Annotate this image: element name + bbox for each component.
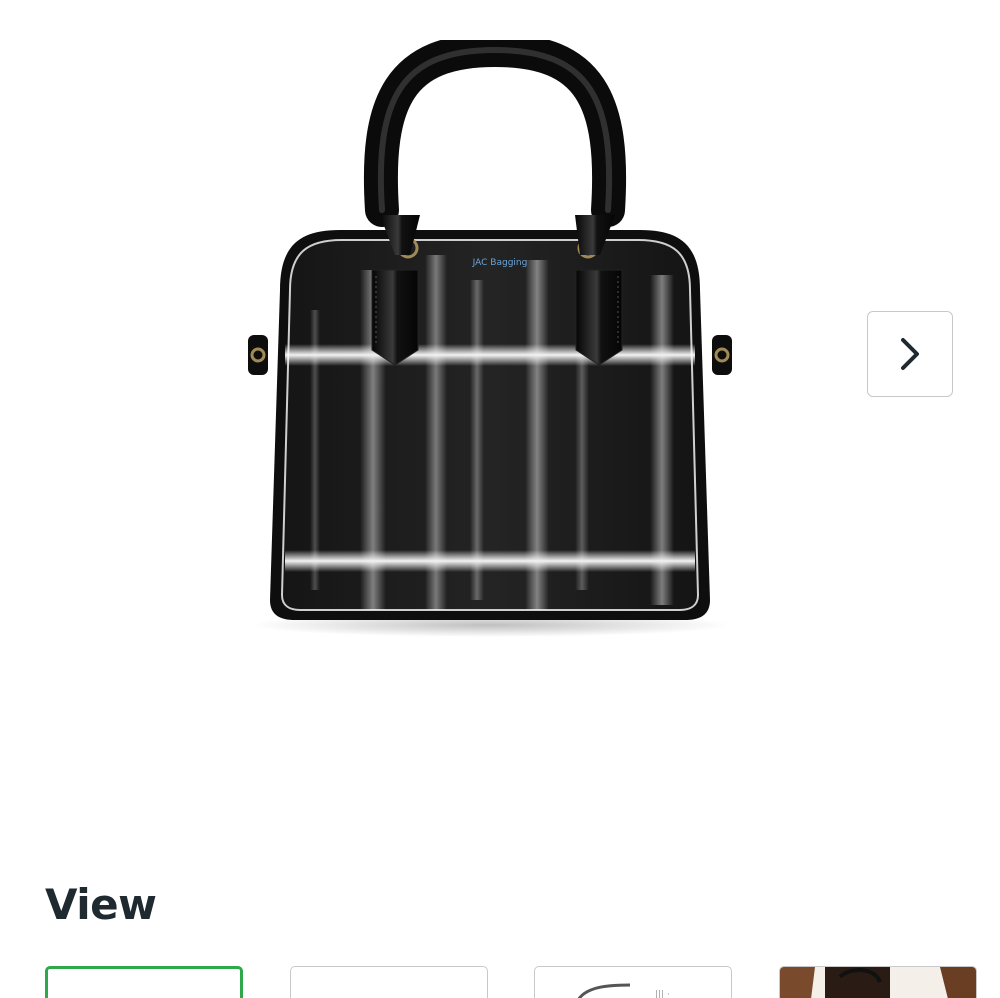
chevron-right-icon	[901, 338, 919, 370]
thumbnail-front[interactable]	[45, 966, 243, 998]
thumbnail-side[interactable]	[290, 966, 488, 998]
product-image-carousel: JAC Bagging	[0, 0, 1000, 850]
svg-text:||| ·: ||| ·	[655, 990, 670, 998]
next-image-button[interactable]	[867, 311, 953, 397]
brand-label: JAC Bagging	[472, 258, 528, 268]
view-section-title: View	[45, 880, 157, 929]
product-page: JAC Bagging View ||| ·	[0, 0, 1000, 998]
product-image: JAC Bagging	[248, 40, 732, 637]
view-thumbnails: ||| ·	[45, 966, 980, 998]
thumbnail-back[interactable]: ||| ·	[534, 966, 732, 998]
thumbnail-model[interactable]	[779, 966, 977, 998]
